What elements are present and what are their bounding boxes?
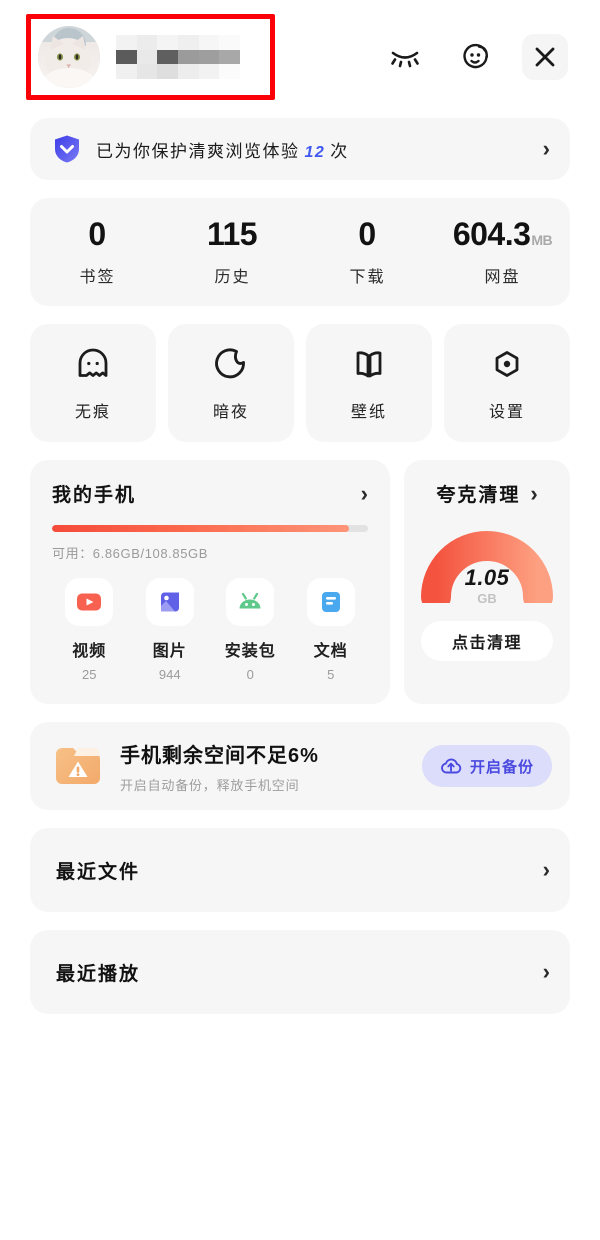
hexagon-gear-icon [495,351,519,377]
android-apk-icon [239,592,261,609]
file-type-video[interactable]: 视频 25 [52,578,127,682]
gauge-unit: GB [477,591,497,606]
protect-text: 已为你保护清爽浏览体验 12 次 [96,137,349,162]
ghost-icon [78,348,108,377]
shield-check-icon [55,135,79,163]
stat-label: 历史 [214,268,251,286]
stat-history[interactable]: 115 历史 [165,218,300,287]
close-icon[interactable] [522,34,568,80]
recent-played-label: 最近播放 [56,963,141,985]
file-type-count: 5 [327,667,335,682]
file-type-tile [306,578,355,626]
profile-panel: 已为你保护清爽浏览体验 12 次 › 0 书签 115 历史 0 下载 604.… [0,0,600,1240]
quick-actions: 无痕 暗夜 壁纸 设置 [30,324,570,442]
quick-action-settings[interactable]: 设置 [444,324,570,442]
user-profile-block[interactable] [30,18,250,96]
file-type-list: 视频 25 图片 944 安装包 0 文档 5 [52,578,368,682]
video-play-icon [77,593,102,611]
backup-subtitle: 开启自动备份，释放手机空间 [120,777,300,793]
file-type-count: 0 [246,667,254,682]
backup-banner[interactable]: 手机剩余空间不足6% 开启自动备份，释放手机空间 开启备份 [30,722,570,810]
cloud-upload-icon [441,758,462,774]
recent-files-label: 最近文件 [56,861,141,883]
clean-card-title: 夸克清理 [436,485,521,506]
cat-avatar-photo [38,26,100,88]
header [26,0,570,114]
folder-warning-icon [56,748,100,784]
protect-banner[interactable]: 已为你保护清爽浏览体验 12 次 › [30,118,570,180]
stat-unit: MB [531,231,553,248]
storage-progress-fill [52,525,350,532]
file-type-name: 视频 [72,643,107,660]
quick-action-label: 壁纸 [350,404,387,421]
chevron-right-icon[interactable]: › [543,961,550,983]
stat-label: 书签 [79,268,116,286]
file-type-count: 25 [82,667,97,682]
phone-storage-header: 我的手机 › [52,480,368,507]
storage-available-text: 可用：6.86GB/108.85GB [52,546,209,561]
document-icon [321,592,340,612]
storage-progress-track [52,525,368,532]
clean-card[interactable]: 夸克清理 › 1.05 GB 点击清理 [404,460,570,704]
file-type-tile [226,578,275,626]
enable-backup-button[interactable]: 开启备份 [421,745,552,787]
protect-text-after: 次 [330,141,349,161]
file-type-name: 图片 [152,643,187,660]
quick-action-incognito[interactable]: 无痕 [30,324,156,442]
stat-bookmarks[interactable]: 0 书签 [30,218,165,287]
quick-action-dark-mode[interactable]: 暗夜 [168,324,294,442]
quick-action-wallpaper[interactable]: 壁纸 [306,324,432,442]
username-redacted [116,35,240,79]
stat-downloads[interactable]: 0 下载 [300,218,435,287]
stat-value: 0 [88,215,106,252]
file-type-image[interactable]: 图片 944 [133,578,208,682]
recent-files-row[interactable]: 最近文件 › [30,828,570,912]
backup-title: 手机剩余空间不足6% [120,744,319,767]
cleanup-gauge: 1.05 GB [420,519,554,606]
clean-card-header: 夸克清理 › [418,480,556,507]
backup-texts: 手机剩余空间不足6% 开启自动备份，释放手机空间 [120,739,406,794]
file-type-name: 文档 [313,643,348,660]
moon-icon [215,348,245,379]
quick-action-label: 设置 [488,404,525,421]
file-type-name: 安装包 [224,643,276,660]
image-icon [160,592,179,612]
file-type-tile [65,578,114,626]
protect-count: 12 [304,143,326,161]
recent-played-row[interactable]: 最近播放 › [30,930,570,1014]
clean-now-button[interactable]: 点击清理 [421,621,553,661]
stat-label: 下载 [349,268,386,286]
file-type-tile [145,578,194,626]
header-actions [382,34,570,80]
stats-card: 0 书签 115 历史 0 下载 604.3MB 网盘 [30,198,570,306]
mid-row: 我的手机 › 可用：6.86GB/108.85GB 视频 25 图片 944 安… [30,460,570,704]
closed-eye-icon[interactable] [382,34,428,80]
quick-action-label: 暗夜 [212,404,249,421]
chevron-right-icon[interactable]: › [543,859,550,881]
file-type-count: 944 [158,667,181,682]
chevron-right-icon[interactable]: › [530,482,537,505]
stat-value: 604.3MB [452,215,553,252]
quick-action-label: 无痕 [74,404,111,421]
protect-text-before: 已为你保护清爽浏览体验 [96,141,300,161]
stat-value: 0 [358,215,376,252]
stat-label: 网盘 [484,268,521,286]
smiley-feedback-icon[interactable] [452,34,498,80]
open-book-icon [356,351,382,378]
stat-value: 115 [206,215,258,252]
chevron-right-icon[interactable]: › [361,482,368,505]
file-type-document[interactable]: 文档 5 [294,578,369,682]
gauge-value: 1.05 [464,565,510,590]
phone-storage-card[interactable]: 我的手机 › 可用：6.86GB/108.85GB 视频 25 图片 944 安… [30,460,390,704]
avatar[interactable] [38,26,100,88]
chevron-right-icon[interactable]: › [543,138,550,160]
phone-storage-title: 我的手机 [52,485,137,506]
stat-cloud-disk[interactable]: 604.3MB 网盘 [435,218,570,287]
file-type-apk[interactable]: 安装包 0 [213,578,288,682]
enable-backup-label: 开启备份 [469,758,534,776]
